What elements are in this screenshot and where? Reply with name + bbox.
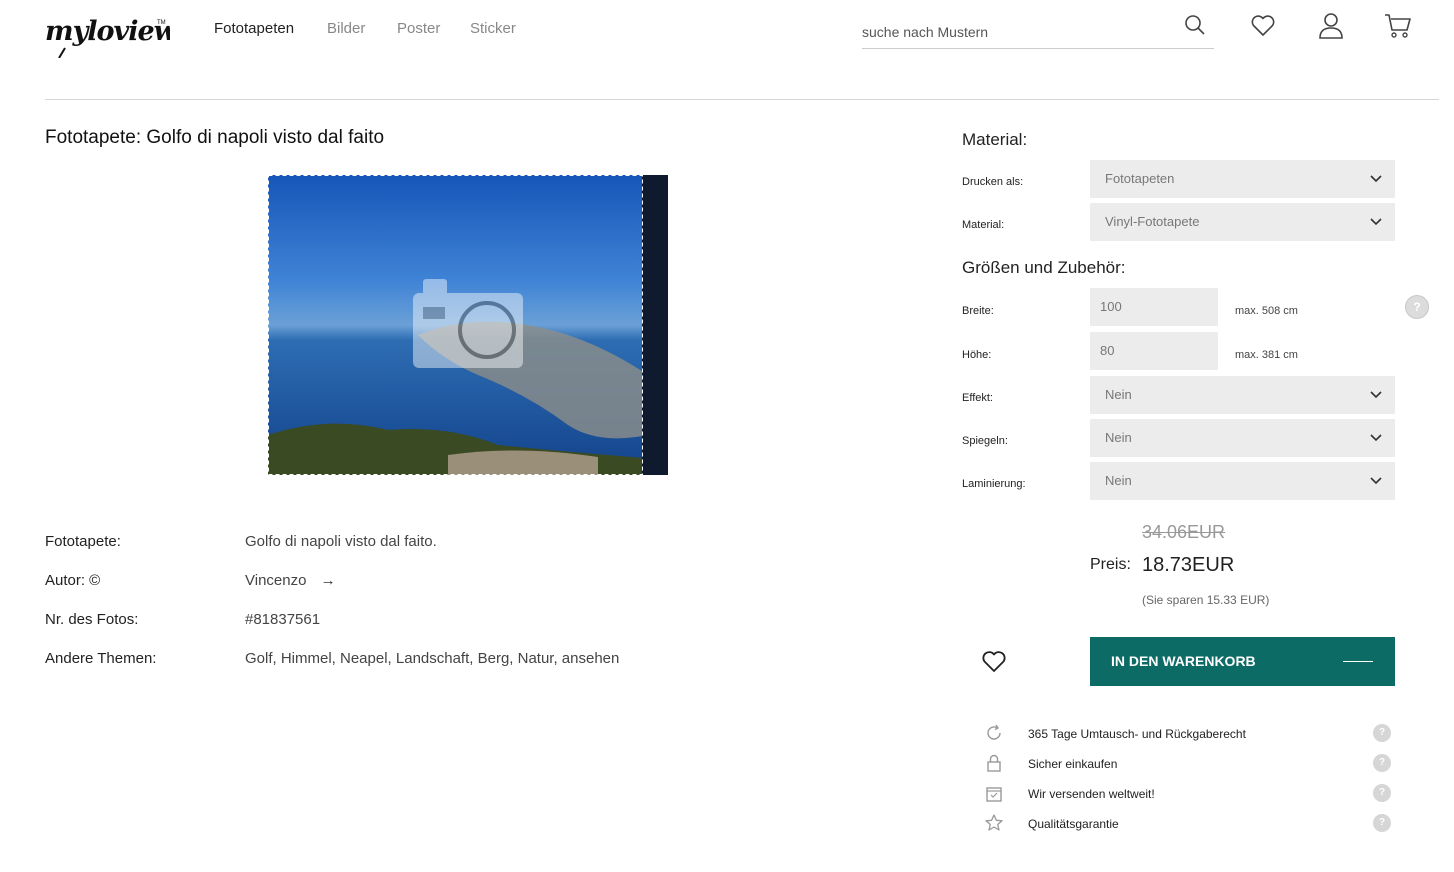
chevron-down-icon (1370, 391, 1382, 399)
height-label: Höhe: (962, 349, 992, 361)
chevron-down-icon (1370, 434, 1382, 442)
info-label-themes: Andere Themen: (45, 650, 157, 667)
user-icon[interactable] (1318, 12, 1346, 40)
material-label: Material: (962, 219, 1005, 231)
chevron-down-icon (1370, 175, 1382, 183)
effect-value: Nein (1105, 387, 1132, 402)
search-bar (862, 14, 1214, 49)
width-label: Breite: (962, 305, 994, 317)
wishlist-heart-icon[interactable] (981, 650, 1007, 679)
material-value: Vinyl-Fototapete (1105, 214, 1200, 229)
nav-fototapeten[interactable]: Fototapeten (214, 20, 294, 37)
nav-sticker[interactable]: Sticker (470, 20, 516, 37)
info-value-themes[interactable]: Golf, Himmel, Neapel, Landschaft, Berg, … (245, 650, 619, 667)
logo[interactable]: myloview TM (45, 10, 180, 59)
star-icon (984, 813, 1004, 833)
author-link[interactable]: Vincenzo → (245, 572, 336, 589)
feature-quality: Qualitätsgarantie (1028, 817, 1119, 831)
feature-returns: 365 Tage Umtausch- und Rückgaberecht (1028, 727, 1246, 741)
info-value-fototapete: Golfo di napoli visto dal faito. (245, 533, 437, 550)
cart-icon[interactable] (1384, 13, 1412, 41)
mirror-value: Nein (1105, 430, 1132, 445)
effect-label: Effekt: (962, 392, 993, 404)
lock-icon (984, 753, 1004, 773)
returns-help-icon[interactable]: ? (1373, 724, 1391, 742)
info-label-autor: Autor: © (45, 572, 101, 589)
svg-text:TM: TM (157, 20, 166, 26)
feature-secure: Sicher einkaufen (1028, 757, 1118, 771)
page-title: Fototapete: Golfo di napoli visto dal fa… (45, 127, 385, 148)
arrow-right-icon: → (320, 572, 336, 589)
quality-help-icon[interactable]: ? (1373, 814, 1391, 832)
info-label-fototapete: Fototapete: (45, 533, 121, 550)
chevron-down-icon (1370, 218, 1382, 226)
lamination-value: Nein (1105, 473, 1132, 488)
info-value-photo-number: #81837561 (245, 611, 321, 628)
button-line-icon (1343, 661, 1373, 662)
sizes-heading: Größen und Zubehör: (962, 258, 1126, 277)
nav-bilder[interactable]: Bilder (327, 20, 365, 37)
price-label: Preis: (1090, 556, 1131, 573)
shipping-help-icon[interactable]: ? (1373, 784, 1391, 802)
secure-help-icon[interactable]: ? (1373, 754, 1391, 772)
add-to-cart-label: IN DEN WARENKORB (1111, 653, 1256, 669)
lamination-label: Laminierung: (962, 478, 1026, 490)
effect-select[interactable]: Nein (1090, 376, 1395, 414)
material-heading: Material: (962, 130, 1028, 149)
lamination-select[interactable]: Nein (1090, 462, 1395, 500)
mirror-label: Spiegeln: (962, 435, 1008, 447)
size-help-icon[interactable]: ? (1405, 295, 1429, 319)
search-icon[interactable] (1184, 14, 1206, 41)
material-select[interactable]: Vinyl-Fototapete (1090, 203, 1395, 241)
info-label-photo-number: Nr. des Fotos: (45, 611, 139, 628)
width-input[interactable]: 100 (1090, 288, 1218, 326)
print-as-value: Fototapeten (1105, 171, 1175, 186)
heart-icon[interactable] (1250, 14, 1278, 42)
logo-text: myloview (45, 16, 170, 47)
current-price: 18.73EUR (1142, 554, 1235, 576)
header-divider (45, 99, 1439, 100)
savings-text: (Sie sparen 15.33 EUR) (1142, 593, 1270, 607)
refresh-icon (984, 723, 1004, 743)
nav-poster[interactable]: Poster (397, 20, 440, 37)
mirror-select[interactable]: Nein (1090, 419, 1395, 457)
height-input[interactable]: 80 (1090, 332, 1218, 370)
feature-shipping: Wir versenden weltweit! (1028, 787, 1155, 801)
shipping-box-icon (984, 783, 1004, 803)
chevron-down-icon (1370, 477, 1382, 485)
search-input[interactable] (862, 18, 1162, 46)
product-image[interactable] (268, 175, 668, 475)
print-as-select[interactable]: Fototapeten (1090, 160, 1395, 198)
old-price: 34.06EUR (1142, 522, 1226, 542)
author-name: Vincenzo (245, 572, 307, 589)
add-to-cart-button[interactable]: IN DEN WARENKORB (1090, 637, 1395, 686)
print-as-label: Drucken als: (962, 176, 1024, 188)
width-max: max. 508 cm (1235, 305, 1298, 317)
height-max: max. 381 cm (1235, 349, 1298, 361)
